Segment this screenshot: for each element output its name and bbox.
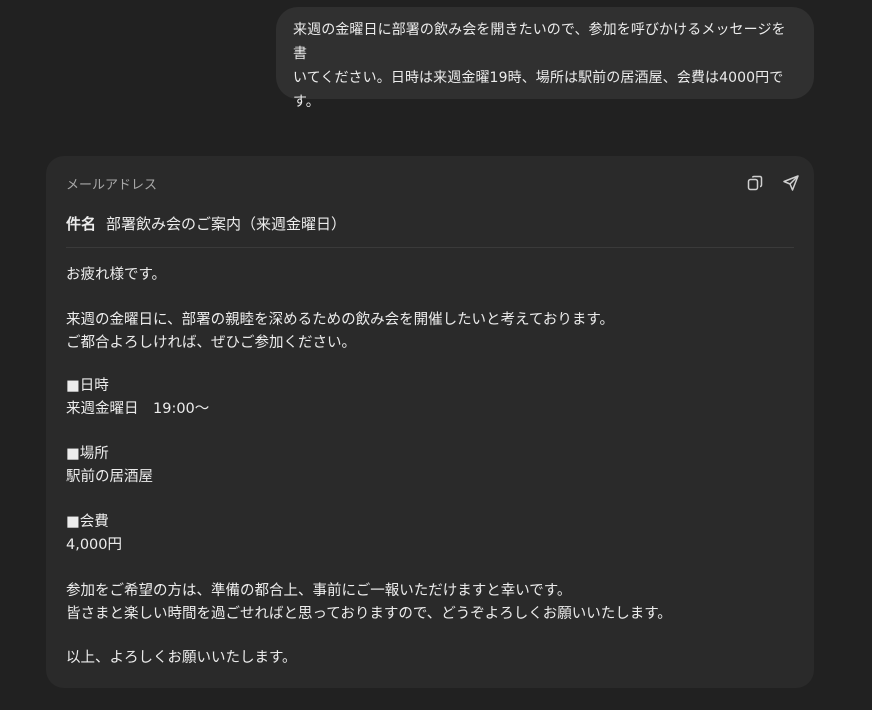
user-message-bubble: 来週の金曜日に部署の飲み会を開きたいので、参加を呼びかけるメッセージを書 いてく… — [276, 7, 814, 110]
subject-value: 部署飲み会のご案内（来週金曜日） — [106, 215, 347, 233]
email-request-paragraph: 参加をご希望の方は、準備の都合上、事前にご一報いただけますと幸いです。 皆さまと… — [66, 583, 672, 622]
chat-view: 来週の金曜日に部署の飲み会を開きたいので、参加を呼びかけるメッセージを書 いてく… — [0, 0, 872, 710]
email-greeting: お疲れ様です。 — [66, 267, 167, 283]
email-draft-card: メールアドレス 件名 部署飲み会のご案内（来週金曜日） お疲れ様です。 来週の金… — [46, 156, 814, 688]
email-intro-paragraph: 来週の金曜日に、部署の親睦を深めるための飲み会を開催したいと考えております。 ご… — [66, 312, 614, 351]
email-subject: 件名 部署飲み会のご案内（来週金曜日） — [66, 213, 346, 235]
copy-icon — [746, 174, 764, 192]
send-button[interactable] — [780, 172, 802, 194]
email-place-section: ■場所 駅前の居酒屋 — [66, 446, 153, 485]
divider — [66, 247, 794, 248]
email-closing: 以上、よろしくお願いいたします。 — [66, 650, 297, 666]
send-icon — [782, 174, 800, 192]
copy-button[interactable] — [744, 172, 766, 194]
email-fee-section: ■会費 4,000円 — [66, 514, 123, 553]
card-label: メールアドレス — [66, 178, 158, 193]
email-datetime-section: ■日時 来週金曜日 19:00〜 — [66, 378, 210, 417]
subject-key: 件名 — [66, 215, 97, 233]
